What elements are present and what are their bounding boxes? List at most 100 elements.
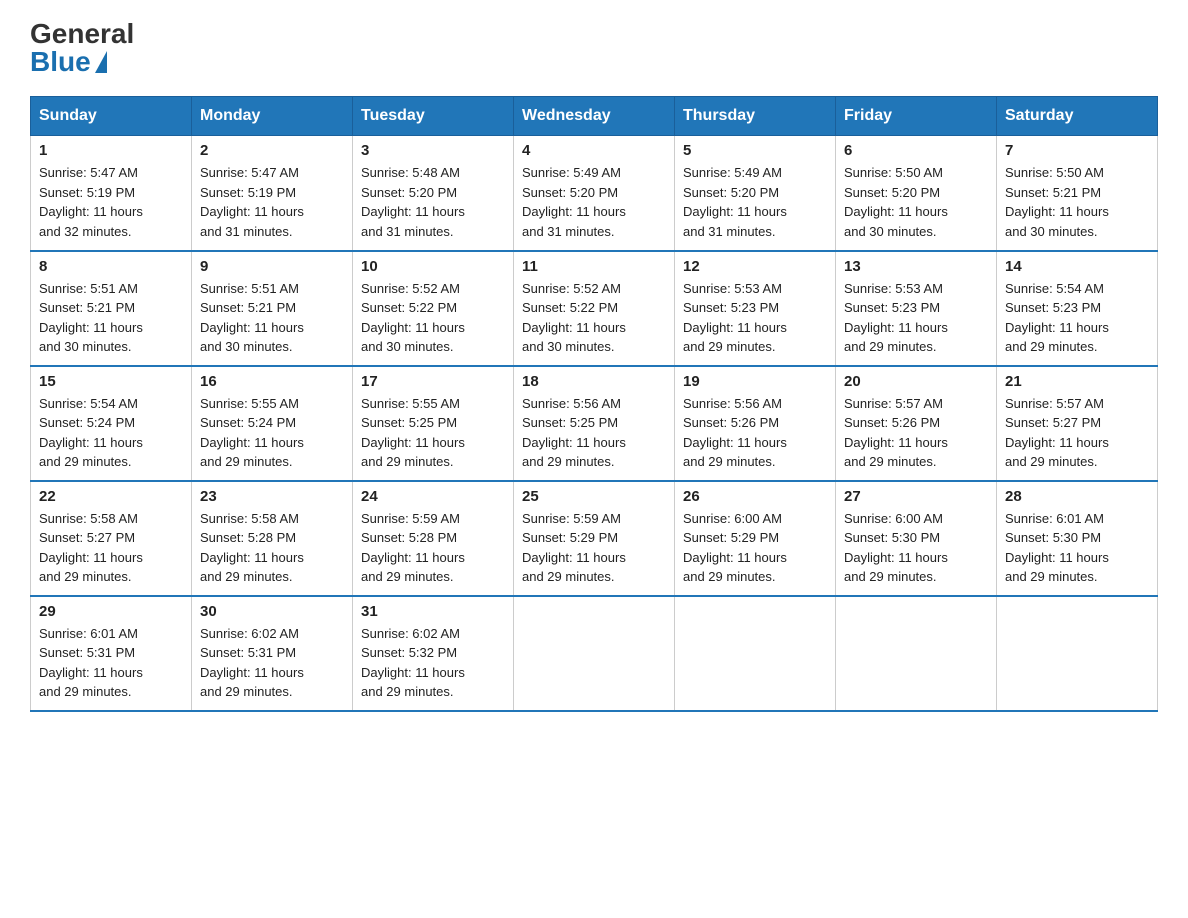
calendar-day-cell: 24 Sunrise: 5:59 AM Sunset: 5:28 PM Dayl… (353, 481, 514, 596)
calendar-week-row: 1 Sunrise: 5:47 AM Sunset: 5:19 PM Dayli… (31, 136, 1158, 251)
day-number: 21 (1005, 373, 1149, 390)
header-row: SundayMondayTuesdayWednesdayThursdayFrid… (31, 97, 1158, 136)
day-info: Sunrise: 5:48 AM Sunset: 5:20 PM Dayligh… (361, 165, 465, 239)
header-saturday: Saturday (997, 97, 1158, 136)
calendar-day-cell: 3 Sunrise: 5:48 AM Sunset: 5:20 PM Dayli… (353, 136, 514, 251)
calendar-day-cell: 12 Sunrise: 5:53 AM Sunset: 5:23 PM Dayl… (675, 251, 836, 366)
calendar-day-cell: 11 Sunrise: 5:52 AM Sunset: 5:22 PM Dayl… (514, 251, 675, 366)
calendar-day-cell: 19 Sunrise: 5:56 AM Sunset: 5:26 PM Dayl… (675, 366, 836, 481)
day-info: Sunrise: 5:54 AM Sunset: 5:23 PM Dayligh… (1005, 281, 1109, 355)
day-info: Sunrise: 5:47 AM Sunset: 5:19 PM Dayligh… (39, 165, 143, 239)
day-number: 2 (200, 142, 344, 159)
day-number: 19 (683, 373, 827, 390)
day-number: 14 (1005, 258, 1149, 275)
header-tuesday: Tuesday (353, 97, 514, 136)
day-info: Sunrise: 6:02 AM Sunset: 5:32 PM Dayligh… (361, 626, 465, 700)
header-wednesday: Wednesday (514, 97, 675, 136)
calendar-day-cell: 1 Sunrise: 5:47 AM Sunset: 5:19 PM Dayli… (31, 136, 192, 251)
calendar-header: SundayMondayTuesdayWednesdayThursdayFrid… (31, 97, 1158, 136)
calendar-day-cell: 26 Sunrise: 6:00 AM Sunset: 5:29 PM Dayl… (675, 481, 836, 596)
calendar-week-row: 22 Sunrise: 5:58 AM Sunset: 5:27 PM Dayl… (31, 481, 1158, 596)
day-info: Sunrise: 6:01 AM Sunset: 5:30 PM Dayligh… (1005, 511, 1109, 585)
page-header: General Blue (30, 20, 1158, 76)
calendar-day-cell: 18 Sunrise: 5:56 AM Sunset: 5:25 PM Dayl… (514, 366, 675, 481)
day-number: 6 (844, 142, 988, 159)
day-info: Sunrise: 6:02 AM Sunset: 5:31 PM Dayligh… (200, 626, 304, 700)
header-friday: Friday (836, 97, 997, 136)
day-info: Sunrise: 5:50 AM Sunset: 5:20 PM Dayligh… (844, 165, 948, 239)
day-info: Sunrise: 6:00 AM Sunset: 5:29 PM Dayligh… (683, 511, 787, 585)
calendar-body: 1 Sunrise: 5:47 AM Sunset: 5:19 PM Dayli… (31, 136, 1158, 711)
day-info: Sunrise: 5:59 AM Sunset: 5:28 PM Dayligh… (361, 511, 465, 585)
day-number: 11 (522, 258, 666, 275)
day-info: Sunrise: 5:51 AM Sunset: 5:21 PM Dayligh… (39, 281, 143, 355)
day-info: Sunrise: 5:56 AM Sunset: 5:26 PM Dayligh… (683, 396, 787, 470)
header-monday: Monday (192, 97, 353, 136)
calendar-day-cell: 23 Sunrise: 5:58 AM Sunset: 5:28 PM Dayl… (192, 481, 353, 596)
day-info: Sunrise: 5:53 AM Sunset: 5:23 PM Dayligh… (683, 281, 787, 355)
logo: General Blue (30, 20, 134, 76)
calendar-day-cell: 30 Sunrise: 6:02 AM Sunset: 5:31 PM Dayl… (192, 596, 353, 711)
day-info: Sunrise: 5:51 AM Sunset: 5:21 PM Dayligh… (200, 281, 304, 355)
day-number: 26 (683, 488, 827, 505)
calendar-day-cell: 25 Sunrise: 5:59 AM Sunset: 5:29 PM Dayl… (514, 481, 675, 596)
calendar-week-row: 8 Sunrise: 5:51 AM Sunset: 5:21 PM Dayli… (31, 251, 1158, 366)
calendar-day-cell: 13 Sunrise: 5:53 AM Sunset: 5:23 PM Dayl… (836, 251, 997, 366)
calendar-day-cell: 10 Sunrise: 5:52 AM Sunset: 5:22 PM Dayl… (353, 251, 514, 366)
calendar-day-cell: 17 Sunrise: 5:55 AM Sunset: 5:25 PM Dayl… (353, 366, 514, 481)
calendar-day-cell: 7 Sunrise: 5:50 AM Sunset: 5:21 PM Dayli… (997, 136, 1158, 251)
day-number: 20 (844, 373, 988, 390)
calendar-day-cell (997, 596, 1158, 711)
day-number: 3 (361, 142, 505, 159)
day-number: 10 (361, 258, 505, 275)
day-number: 24 (361, 488, 505, 505)
day-info: Sunrise: 5:58 AM Sunset: 5:28 PM Dayligh… (200, 511, 304, 585)
day-info: Sunrise: 6:00 AM Sunset: 5:30 PM Dayligh… (844, 511, 948, 585)
day-number: 8 (39, 258, 183, 275)
day-number: 9 (200, 258, 344, 275)
day-info: Sunrise: 5:55 AM Sunset: 5:25 PM Dayligh… (361, 396, 465, 470)
header-sunday: Sunday (31, 97, 192, 136)
calendar-day-cell: 2 Sunrise: 5:47 AM Sunset: 5:19 PM Dayli… (192, 136, 353, 251)
day-number: 29 (39, 603, 183, 620)
calendar-day-cell: 31 Sunrise: 6:02 AM Sunset: 5:32 PM Dayl… (353, 596, 514, 711)
day-info: Sunrise: 5:58 AM Sunset: 5:27 PM Dayligh… (39, 511, 143, 585)
day-number: 28 (1005, 488, 1149, 505)
day-info: Sunrise: 5:57 AM Sunset: 5:26 PM Dayligh… (844, 396, 948, 470)
calendar-table: SundayMondayTuesdayWednesdayThursdayFrid… (30, 96, 1158, 712)
calendar-week-row: 15 Sunrise: 5:54 AM Sunset: 5:24 PM Dayl… (31, 366, 1158, 481)
day-info: Sunrise: 5:52 AM Sunset: 5:22 PM Dayligh… (361, 281, 465, 355)
calendar-day-cell: 9 Sunrise: 5:51 AM Sunset: 5:21 PM Dayli… (192, 251, 353, 366)
calendar-day-cell: 14 Sunrise: 5:54 AM Sunset: 5:23 PM Dayl… (997, 251, 1158, 366)
day-info: Sunrise: 5:57 AM Sunset: 5:27 PM Dayligh… (1005, 396, 1109, 470)
calendar-day-cell: 4 Sunrise: 5:49 AM Sunset: 5:20 PM Dayli… (514, 136, 675, 251)
logo-blue-text: Blue (30, 48, 107, 76)
calendar-day-cell (675, 596, 836, 711)
calendar-day-cell: 22 Sunrise: 5:58 AM Sunset: 5:27 PM Dayl… (31, 481, 192, 596)
day-info: Sunrise: 6:01 AM Sunset: 5:31 PM Dayligh… (39, 626, 143, 700)
day-number: 22 (39, 488, 183, 505)
day-number: 16 (200, 373, 344, 390)
calendar-day-cell: 15 Sunrise: 5:54 AM Sunset: 5:24 PM Dayl… (31, 366, 192, 481)
calendar-day-cell: 6 Sunrise: 5:50 AM Sunset: 5:20 PM Dayli… (836, 136, 997, 251)
logo-general-text: General (30, 20, 134, 48)
day-number: 30 (200, 603, 344, 620)
header-thursday: Thursday (675, 97, 836, 136)
day-number: 18 (522, 373, 666, 390)
day-number: 4 (522, 142, 666, 159)
calendar-day-cell: 27 Sunrise: 6:00 AM Sunset: 5:30 PM Dayl… (836, 481, 997, 596)
day-info: Sunrise: 5:56 AM Sunset: 5:25 PM Dayligh… (522, 396, 626, 470)
day-info: Sunrise: 5:55 AM Sunset: 5:24 PM Dayligh… (200, 396, 304, 470)
day-info: Sunrise: 5:47 AM Sunset: 5:19 PM Dayligh… (200, 165, 304, 239)
day-number: 5 (683, 142, 827, 159)
day-number: 25 (522, 488, 666, 505)
day-number: 15 (39, 373, 183, 390)
day-info: Sunrise: 5:53 AM Sunset: 5:23 PM Dayligh… (844, 281, 948, 355)
day-number: 13 (844, 258, 988, 275)
calendar-day-cell: 29 Sunrise: 6:01 AM Sunset: 5:31 PM Dayl… (31, 596, 192, 711)
day-info: Sunrise: 5:49 AM Sunset: 5:20 PM Dayligh… (522, 165, 626, 239)
day-info: Sunrise: 5:59 AM Sunset: 5:29 PM Dayligh… (522, 511, 626, 585)
calendar-week-row: 29 Sunrise: 6:01 AM Sunset: 5:31 PM Dayl… (31, 596, 1158, 711)
day-number: 27 (844, 488, 988, 505)
calendar-day-cell: 21 Sunrise: 5:57 AM Sunset: 5:27 PM Dayl… (997, 366, 1158, 481)
